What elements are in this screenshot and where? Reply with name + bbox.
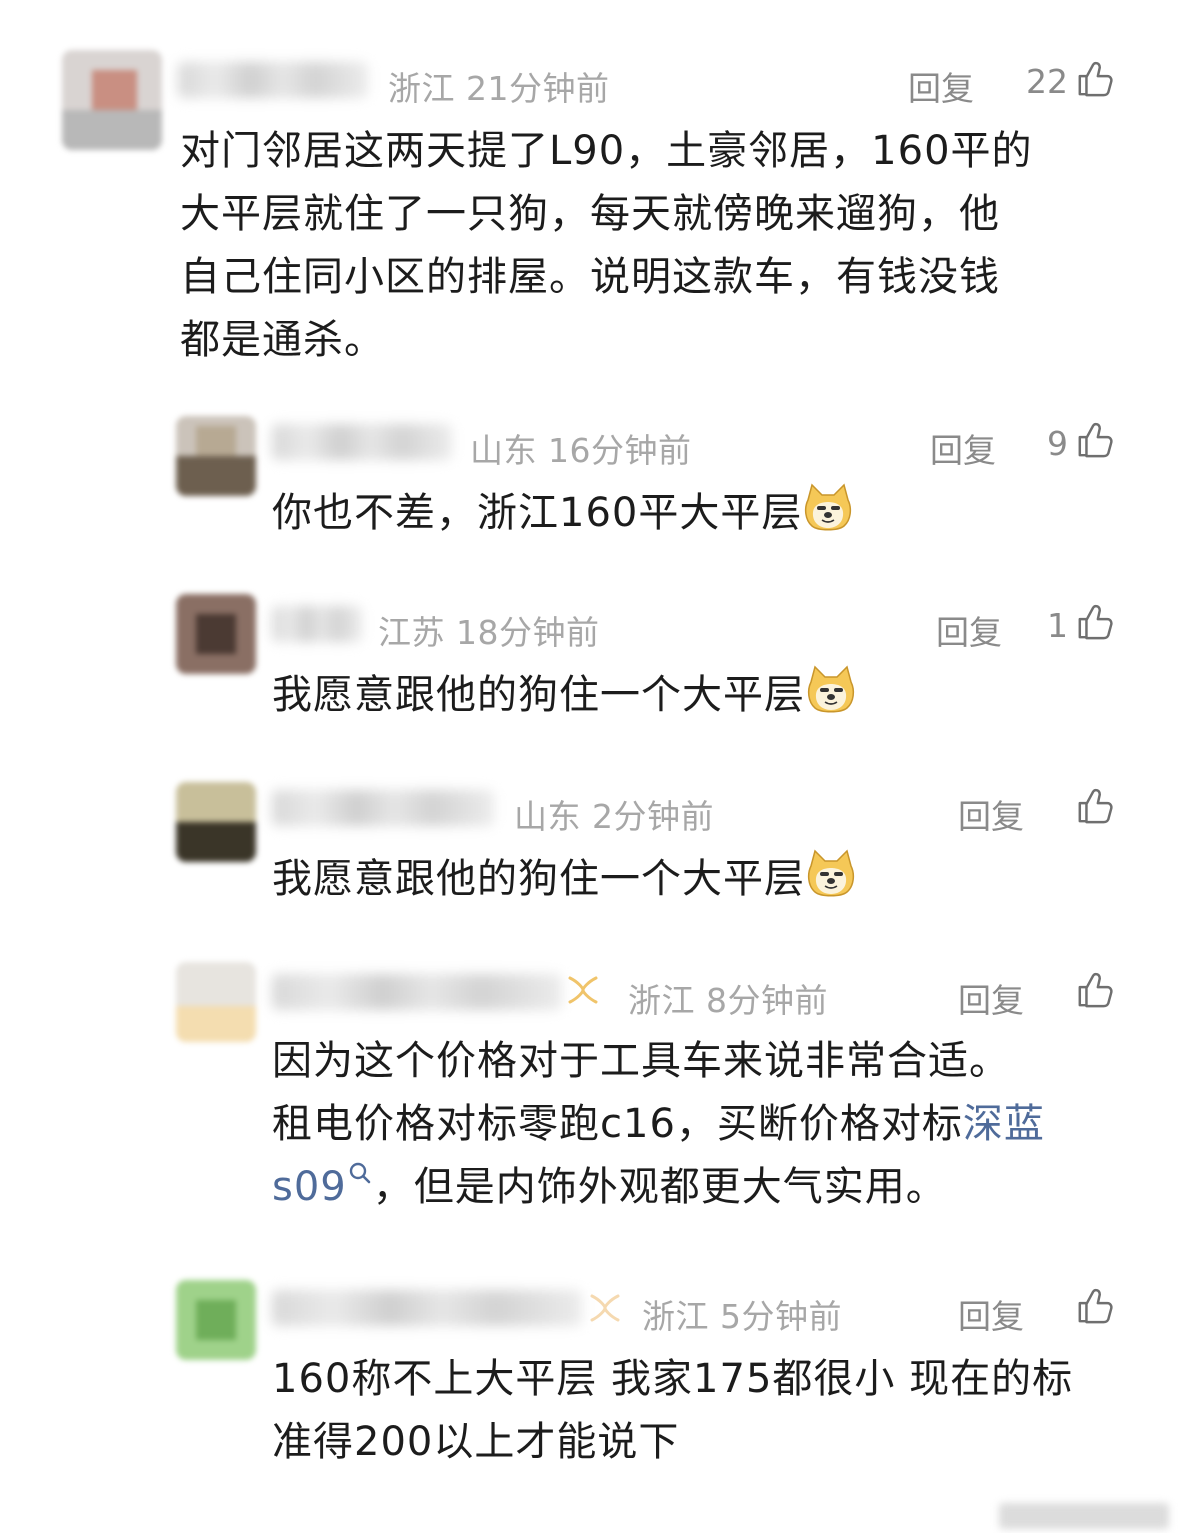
reply-button[interactable]: 回复 bbox=[958, 974, 1024, 1022]
topic-link[interactable]: 深蓝 bbox=[963, 1101, 1045, 1147]
username-blurred[interactable] bbox=[178, 62, 368, 98]
like-count: 1 bbox=[1047, 606, 1068, 645]
comment-text: 对门邻居这两天提了L90，土豪邻居，160平的 大平层就住了一只狗，每天就傍晚来… bbox=[180, 128, 1033, 363]
avatar[interactable] bbox=[176, 1280, 256, 1360]
username-blurred[interactable] bbox=[272, 974, 562, 1010]
username-blurred[interactable] bbox=[272, 424, 452, 460]
location-time: 浙江 5分钟前 bbox=[642, 1297, 842, 1336]
location-time: 浙江 8分钟前 bbox=[628, 981, 828, 1020]
avatar[interactable] bbox=[62, 50, 162, 150]
avatar[interactable] bbox=[176, 962, 256, 1042]
comment-text: 因为这个价格对于工具车来说非常合适。 租电价格对标零跑c16，买断价格对标深蓝 … bbox=[272, 1038, 1045, 1210]
username-blurred[interactable] bbox=[272, 606, 362, 642]
thumbs-up-icon[interactable] bbox=[1076, 787, 1114, 825]
doge-emoji-icon bbox=[805, 664, 857, 716]
like-count: 9 bbox=[1047, 424, 1068, 463]
comment-text: 我愿意跟他的狗住一个大平层 bbox=[272, 664, 1152, 727]
reply-button[interactable]: 回复 bbox=[908, 62, 974, 110]
location-time: 山东 2分钟前 bbox=[514, 797, 714, 836]
search-icon[interactable] bbox=[347, 1160, 373, 1190]
thumbs-up-icon[interactable] bbox=[1076, 421, 1114, 459]
reply-button[interactable]: 回复 bbox=[958, 790, 1024, 838]
topic-link[interactable]: s09 bbox=[272, 1164, 347, 1210]
reply-button[interactable]: 回复 bbox=[936, 606, 1002, 654]
location-time: 浙江 21分钟前 bbox=[388, 69, 610, 108]
thumbs-up-icon[interactable] bbox=[1076, 603, 1114, 641]
watermark bbox=[999, 1503, 1169, 1529]
doge-emoji-icon bbox=[805, 848, 857, 900]
location-time: 山东 16分钟前 bbox=[470, 431, 692, 470]
comment-text: 你也不差，浙江160平大平层 bbox=[272, 482, 1152, 545]
avatar[interactable] bbox=[176, 416, 256, 496]
doge-emoji-icon bbox=[802, 482, 854, 534]
comment-text: 我愿意跟他的狗住一个大平层 bbox=[272, 848, 1152, 911]
thumbs-up-icon[interactable] bbox=[1076, 1287, 1114, 1325]
like-count: 22 bbox=[1026, 62, 1068, 101]
avatar[interactable] bbox=[176, 594, 256, 674]
vip-badge-icon bbox=[590, 1294, 620, 1322]
reply-button[interactable]: 回复 bbox=[958, 1290, 1024, 1338]
username-blurred[interactable] bbox=[272, 790, 494, 826]
reply-button[interactable]: 回复 bbox=[930, 424, 996, 472]
avatar[interactable] bbox=[176, 782, 256, 862]
comment-text: 160称不上大平层 我家175都很小 现在的标 准得200以上才能说下 bbox=[272, 1356, 1074, 1465]
thumbs-up-icon[interactable] bbox=[1076, 60, 1114, 98]
location-time: 江苏 18分钟前 bbox=[378, 613, 600, 652]
vip-badge-icon bbox=[568, 976, 598, 1004]
username-blurred[interactable] bbox=[272, 1290, 582, 1326]
thumbs-up-icon[interactable] bbox=[1076, 971, 1114, 1009]
